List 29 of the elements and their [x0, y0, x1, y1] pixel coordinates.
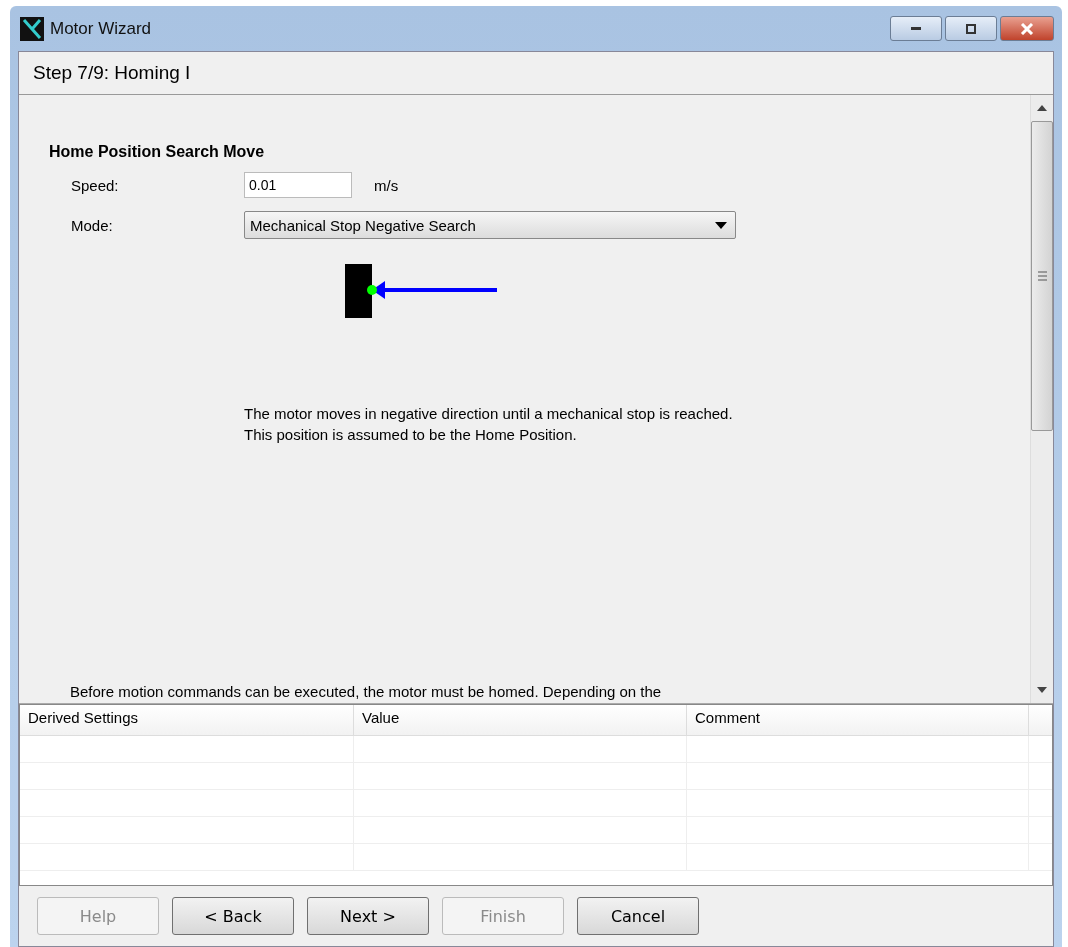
speed-input[interactable]: 0.01	[244, 172, 352, 198]
close-icon	[1020, 22, 1034, 35]
scrollbar-thumb[interactable]	[1031, 121, 1053, 431]
vertical-scrollbar[interactable]	[1030, 95, 1053, 703]
wizard-button[interactable]: < Back	[172, 897, 294, 935]
mode-dropdown[interactable]: Mechanical Stop Negative Search	[244, 211, 736, 239]
step-title: Step 7/9: Homing I	[33, 62, 191, 84]
window-title: Motor Wizard	[50, 18, 152, 39]
minimize-icon	[911, 27, 921, 30]
wizard-button[interactable]: Next >	[307, 897, 429, 935]
unit-label: m/s	[374, 176, 399, 194]
minimize-button[interactable]	[890, 16, 942, 41]
app-logo-icon	[20, 16, 44, 41]
dropdown-arrow-icon	[715, 221, 727, 229]
mode-description: The motor moves in negative direction until a mechanical stop is reached. This position is assumed to be the Home Position.	[244, 404, 734, 445]
wizard-button[interactable]: Cancel	[577, 897, 699, 935]
section-heading: Home Position Search Move	[49, 143, 266, 161]
grip-icon	[1037, 271, 1047, 281]
column-header: Comment	[687, 705, 1029, 735]
field-label: Speed:	[71, 176, 120, 194]
scroll-up-icon	[1037, 105, 1047, 111]
scroll-down-icon	[1037, 687, 1047, 693]
restore-icon	[965, 23, 977, 34]
column-header: Derived Settings	[20, 705, 354, 735]
field-label: Mode:	[71, 216, 114, 234]
homing-info-text: Before motion commands can be executed, the motor must be homed. Depending on the	[70, 683, 662, 701]
close-button[interactable]	[1000, 16, 1054, 41]
maximize-button[interactable]	[945, 16, 997, 41]
column-header: Value	[354, 705, 687, 735]
